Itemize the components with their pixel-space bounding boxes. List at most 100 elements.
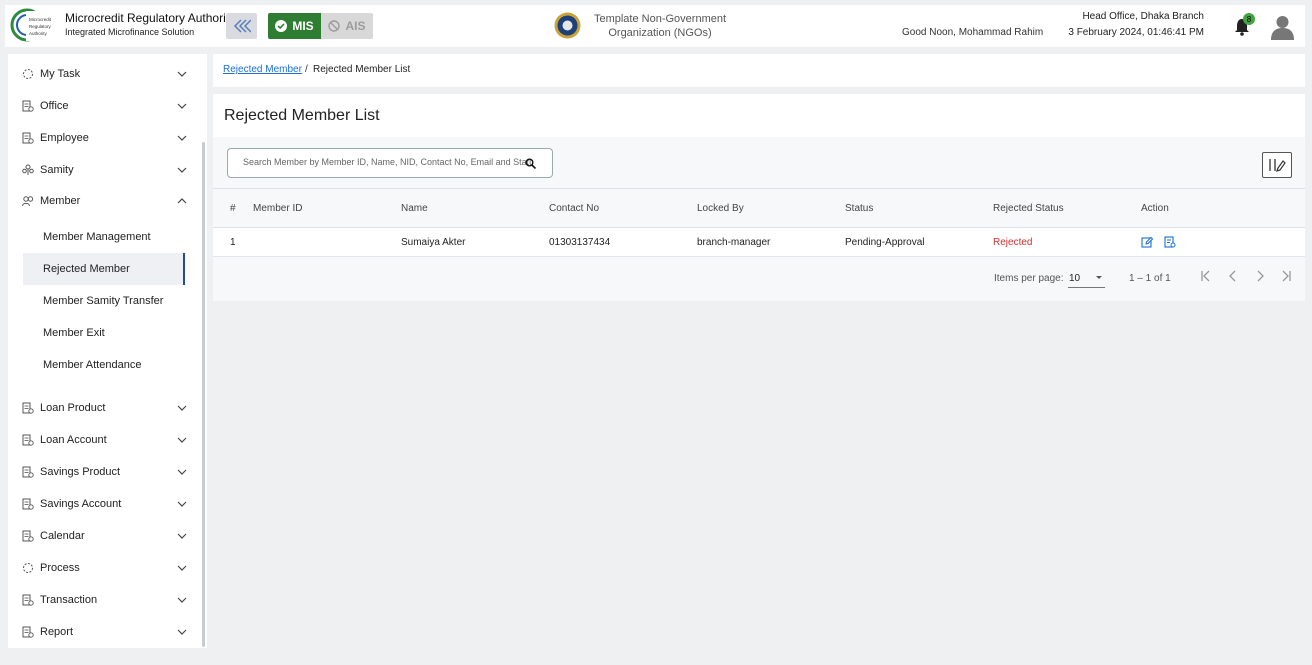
chevron-down-icon <box>177 405 187 411</box>
col-header-contact: Contact No <box>549 188 697 228</box>
sidebar-item-label: Office <box>40 100 69 112</box>
transaction-icon <box>22 594 34 606</box>
check-circle-icon <box>275 20 288 32</box>
sidebar-subitem-member-exit[interactable]: Member Exit <box>23 317 185 349</box>
sidebar-subitem-label: Rejected Member <box>43 263 130 275</box>
sidebar-item-office[interactable]: Office <box>8 90 198 122</box>
last-page-icon[interactable] <box>1279 269 1293 283</box>
sidebar-subitem-rejected-member[interactable]: Rejected Member <box>23 253 185 285</box>
process-icon <box>23 563 33 573</box>
table-header-row: # Member ID Name Contact No Locked By St… <box>213 188 1305 228</box>
col-header-status: Status <box>845 188 993 228</box>
sidebar-item-loan-account[interactable]: Loan Account <box>8 424 198 456</box>
sidebar-subitem-label: Member Exit <box>43 327 105 339</box>
row-actions <box>1141 227 1305 257</box>
member-table: # Member ID Name Contact No Locked By St… <box>213 188 1305 257</box>
savings-account-icon <box>22 498 34 510</box>
col-header-index: # <box>213 188 253 228</box>
sidebar-subitem-member-samity-transfer[interactable]: Member Samity Transfer <box>23 285 185 317</box>
loan-product-icon <box>22 402 34 414</box>
chevron-down-icon <box>177 135 187 141</box>
page-title: Rejected Member List <box>224 107 380 124</box>
block-icon <box>328 20 341 32</box>
row-name: Sumaiya Akter <box>401 227 549 257</box>
org-subtitle: Integrated Microfinance Solution <box>65 27 195 37</box>
ais-toggle-button[interactable]: AIS <box>321 13 373 39</box>
sidebar-item-my-task[interactable]: My Task <box>8 58 198 90</box>
search-box <box>227 148 553 178</box>
chevron-down-icon <box>177 501 187 507</box>
sidebar-subitem-label: Member Attendance <box>43 359 142 371</box>
office-icon <box>22 100 34 112</box>
sidebar-subitem-member-management[interactable]: Member Management <box>23 221 185 253</box>
row-index: 1 <box>213 227 253 257</box>
items-per-page-value: 10 <box>1069 273 1081 284</box>
col-header-member-id: Member ID <box>253 188 401 228</box>
employee-icon <box>22 132 34 144</box>
notification-count-badge: 8 <box>1243 13 1255 25</box>
sidebar-item-label: Process <box>40 562 80 574</box>
sidebar-item-process[interactable]: Process <box>8 552 198 584</box>
sidebar-item-samity[interactable]: Samity <box>8 154 198 186</box>
sidebar-item-employee[interactable]: Employee <box>8 122 198 154</box>
svg-text:Regulatory: Regulatory <box>29 24 52 29</box>
sidebar-subitem-member-attendance[interactable]: Member Attendance <box>23 349 185 381</box>
mis-toggle-button[interactable]: MIS <box>268 13 321 39</box>
previous-page-icon[interactable] <box>1226 269 1240 283</box>
breadcrumb-current: Rejected Member List <box>313 64 411 75</box>
search-icon[interactable] <box>525 158 536 169</box>
search-input[interactable] <box>243 157 533 167</box>
edit-icon[interactable] <box>1141 236 1153 248</box>
chevron-down-icon <box>177 167 187 173</box>
calendar-icon <box>22 530 34 542</box>
row-rejected-status: Rejected <box>993 227 1141 257</box>
mra-logo: Microcredit Regulatory Authority <box>10 8 59 42</box>
sidebar-item-loan-product[interactable]: Loan Product <box>8 392 198 424</box>
sidebar-item-label: Savings Account <box>40 498 122 510</box>
ngo-emblem-icon <box>554 12 581 39</box>
sidebar-item-member[interactable]: Member <box>8 185 198 217</box>
svg-text:Authority: Authority <box>29 31 48 36</box>
items-per-page-select[interactable]: 10 <box>1068 266 1105 288</box>
svg-text:Microcredit: Microcredit <box>29 17 52 22</box>
column-settings-button[interactable] <box>1262 152 1292 178</box>
chevron-down-icon <box>177 565 187 571</box>
row-member-id <box>253 227 401 257</box>
details-icon[interactable] <box>1164 236 1176 248</box>
sidebar-item-label: Employee <box>40 132 89 144</box>
current-datetime: 3 February 2024, 01:46:41 PM <box>1068 27 1204 38</box>
paginator: Items per page: 10 1 – 1 of 1 <box>213 257 1305 301</box>
first-page-icon[interactable] <box>1199 269 1213 283</box>
ais-label: AIS <box>345 19 366 33</box>
task-icon <box>23 69 33 79</box>
double-chevron-left-icon <box>233 19 251 33</box>
items-per-page-label: Items per page: <box>994 273 1064 284</box>
sidebar-item-report[interactable]: Report <box>8 616 198 648</box>
chevron-down-icon <box>177 597 187 603</box>
sidebar-item-label: Loan Product <box>40 402 106 414</box>
sidebar-item-label: My Task <box>40 68 81 80</box>
breadcrumb-link-rejected-member[interactable]: Rejected Member <box>223 64 302 75</box>
sidebar-scrollbar[interactable] <box>202 142 205 647</box>
sidebar-item-calendar[interactable]: Calendar <box>8 520 198 552</box>
sidebar-item-savings-product[interactable]: Savings Product <box>8 456 198 488</box>
sidebar-item-label: Member <box>40 195 81 207</box>
chevron-down-icon <box>177 103 187 109</box>
sidebar-item-label: Report <box>40 626 74 638</box>
sidebar-subitem-label: Member Samity Transfer <box>43 295 164 307</box>
next-page-icon[interactable] <box>1253 269 1267 283</box>
row-contact: 01303137434 <box>549 227 697 257</box>
table-row: 1 Sumaiya Akter 01303137434 branch-manag… <box>213 227 1305 257</box>
sidebar-item-label: Calendar <box>40 530 85 542</box>
org-title: Microcredit Regulatory Authority <box>65 11 236 25</box>
member-icon <box>22 196 34 207</box>
mis-label: MIS <box>292 19 314 33</box>
sidebar-item-label: Transaction <box>40 594 98 606</box>
user-avatar-icon[interactable] <box>1270 14 1295 40</box>
col-header-action: Action <box>1141 188 1305 228</box>
collapse-sidebar-button[interactable] <box>226 13 257 39</box>
sidebar-item-transaction[interactable]: Transaction <box>8 584 198 616</box>
row-status: Pending-Approval <box>845 227 993 257</box>
sidebar-item-savings-account[interactable]: Savings Account <box>8 488 198 520</box>
sidebar-item-label: Loan Account <box>40 434 107 446</box>
